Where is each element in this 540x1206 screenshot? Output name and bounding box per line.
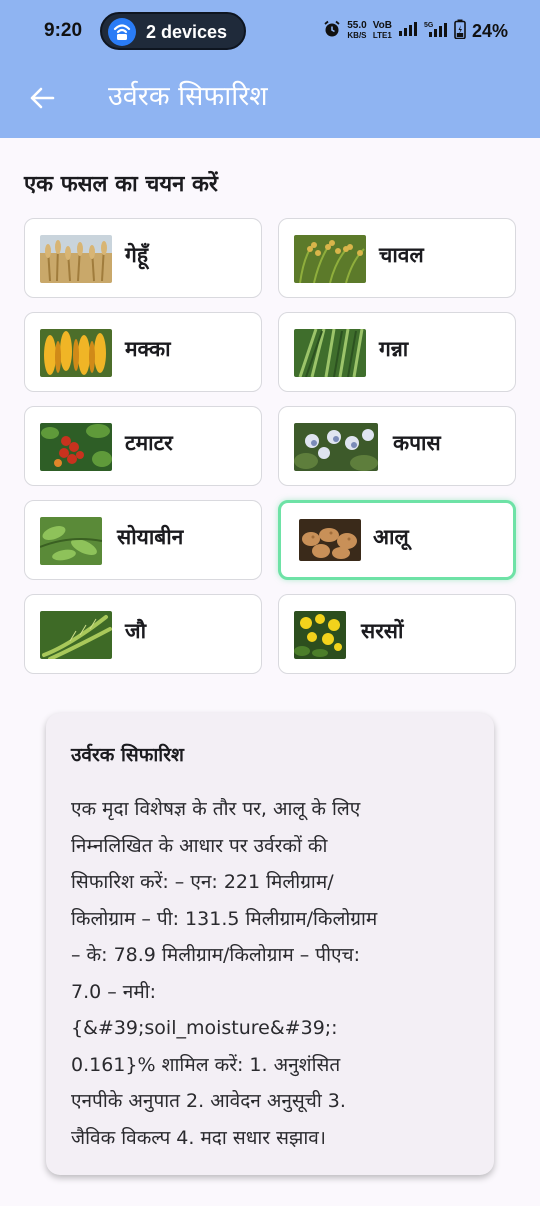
status-bar: 9:20 2 devices 55.0 KB/S VoB LTE1 5G 24% (0, 0, 540, 62)
recommendation-line: {&#39;soil_moisture&#39;: (71, 1017, 338, 1039)
recommendation-line: सिफारिश करें: – एन: 221 मिलीग्राम/ (71, 871, 334, 893)
back-button[interactable] (22, 78, 62, 118)
recommendation-line: जैविक विकल्प 4. मदा सधार सझाव। (71, 1126, 327, 1149)
crop-section-title: एक फसल का चयन करें (24, 172, 218, 197)
crop-card-cotton[interactable]: कपास (278, 406, 516, 486)
crop-label: चावल (379, 243, 424, 267)
crop-label: टमाटर (125, 431, 173, 455)
recommendation-line: – के: 78.9 मिलीग्राम/किलोग्राम – पीएच: (71, 944, 360, 966)
crop-card-mustard[interactable]: सरसों (278, 594, 516, 674)
volte-line1: VoB (372, 20, 392, 31)
recommendation-line: एक मृदा विशेषज्ञ के तौर पर, आलू के लिए (71, 798, 361, 820)
battery-icon (454, 19, 466, 43)
hotspot-icon (108, 18, 136, 46)
soybean-image (40, 517, 102, 565)
alarm-icon (323, 20, 341, 42)
crop-label: सोयाबीन (117, 525, 184, 549)
crop-label: गन्ना (379, 337, 409, 361)
recommendation-line: निम्नलिखित के आधार पर उर्वरकों की (71, 834, 328, 857)
page-title: उर्वरक सिफारिश (108, 81, 268, 112)
crop-card-soybean[interactable]: सोयाबीन (24, 500, 262, 580)
crop-card-maize[interactable]: मक्का (24, 312, 262, 392)
maize-image (40, 329, 112, 377)
crop-card-rice[interactable]: चावल (278, 218, 516, 298)
volte-indicator: VoB LTE1 (373, 21, 392, 41)
app-bar: उर्वरक सिफारिश (0, 62, 540, 138)
crop-card-tomato[interactable]: टमाटर (24, 406, 262, 486)
battery-percent: 24% (471, 20, 508, 41)
recommendation-line: 7.0 – नमी: (71, 980, 157, 1003)
recommendation-card: उर्वरक सिफारिश एक मृदा विशेषज्ञ के तौर प… (46, 713, 494, 1175)
hotspot-label: 2 devices (146, 22, 228, 42)
recommendation-title: उर्वरक सिफारिश (71, 744, 184, 766)
crop-label: जौ (125, 619, 147, 643)
crop-label: सरसों (361, 619, 404, 643)
hotspot-pill[interactable]: 2 devices (100, 12, 246, 50)
recommendation-line: किलोग्राम – पी: 131.5 मिलीग्राम/किलोग्रा… (71, 907, 378, 930)
recommendation-line: एनपीके अनुपात 2. आवेदन अनुसूची 3. (71, 1090, 346, 1112)
net-speed-unit: KB/S (347, 31, 367, 40)
net-speed-value: 55.0 (347, 20, 367, 31)
tomato-image (40, 423, 112, 471)
crop-card-potato[interactable]: आलू (278, 500, 516, 580)
svg-text:5G: 5G (424, 22, 434, 29)
potato-image (299, 519, 361, 561)
recommendation-text: एक मृदा विशेषज्ञ के तौर पर, आलू के लिए न… (71, 791, 476, 1156)
barley-image (40, 611, 112, 659)
arrow-left-icon (30, 87, 55, 109)
mustard-image (294, 611, 346, 659)
recommendation-line: 0.161}% शामिल करें: 1. अनुशंसित (71, 1053, 341, 1076)
sugarcane-image (294, 329, 366, 377)
crop-label: आलू (373, 525, 409, 549)
crop-label: मक्का (125, 337, 171, 361)
crop-card-barley[interactable]: जौ (24, 594, 262, 674)
status-time: 9:20 (44, 20, 83, 41)
volte-line2: LTE1 (372, 31, 392, 40)
signal-icon (398, 21, 418, 41)
crop-card-wheat[interactable]: गेहूँ (24, 218, 262, 298)
wheat-image (40, 235, 112, 283)
crop-label: गेहूँ (125, 243, 148, 267)
rice-image (294, 235, 366, 283)
status-icons: 55.0 KB/S VoB LTE1 5G 24% (323, 18, 508, 44)
5g-signal-icon: 5G (424, 20, 448, 42)
crop-card-sugarcane[interactable]: गन्ना (278, 312, 516, 392)
cotton-image (294, 423, 378, 471)
net-speed: 55.0 KB/S (347, 21, 366, 41)
crop-label: कपास (393, 431, 441, 455)
